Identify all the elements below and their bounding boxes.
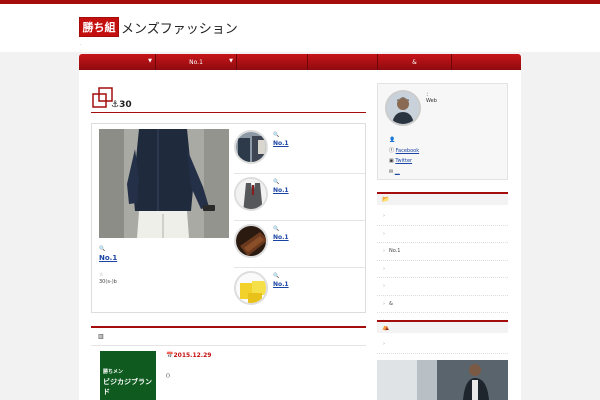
- caret-down-icon: ▼: [229, 58, 233, 64]
- profile-link-mail[interactable]: ✉ ＿: [389, 167, 419, 178]
- chevron-right-icon: ›: [383, 213, 385, 220]
- featured-articles: 🔍 No.1 ☆ 30(s-)b 🔍 No.1 🔍 No.1 🔍 No.1 🔍 …: [91, 123, 366, 313]
- chevron-right-icon: ›: [383, 283, 385, 290]
- category-item[interactable]: › &: [377, 296, 508, 313]
- profile-link-twitter[interactable]: ▣ Twitter: [389, 156, 419, 167]
- tag-icon: 🔍: [273, 179, 280, 185]
- article-title-link[interactable]: No.1: [273, 140, 289, 147]
- profile-links: 👤 ⓕ Facebook ▣ Twitter ✉ ＿: [389, 135, 419, 177]
- folder-icon: 📂: [382, 196, 390, 203]
- mail-icon: ✉: [389, 168, 394, 175]
- star-icon: ☆: [99, 272, 104, 278]
- category-item[interactable]: ›: [377, 226, 508, 243]
- list-item[interactable]: 🔍 No.1: [234, 268, 365, 315]
- global-nav: ▼ No.1 ▼ &: [79, 54, 521, 70]
- nav-item-5[interactable]: &: [378, 54, 452, 70]
- category-item[interactable]: › No.1: [377, 243, 508, 261]
- leather-wallet-image: [236, 226, 266, 256]
- categories-widget-title: 📂: [377, 192, 508, 205]
- post-date: 📅2015.12.29: [166, 352, 212, 359]
- avatar: [385, 90, 421, 126]
- mail-link[interactable]: ＿: [395, 169, 400, 175]
- category-item[interactable]: ›: [377, 208, 508, 226]
- chevron-right-icon: ›: [383, 248, 385, 255]
- twitter-icon: ▣: [389, 158, 394, 164]
- profile-link-facebook[interactable]: ⓕ Facebook: [389, 146, 419, 157]
- article-title-link[interactable]: No.1: [273, 187, 289, 194]
- featured-title-link[interactable]: No.1: [99, 254, 117, 262]
- logo-text: メンズファッション: [121, 21, 238, 37]
- tag-icon: 🔍: [273, 273, 280, 279]
- featured-photo[interactable]: [99, 129, 229, 238]
- article-thumbnail[interactable]: [234, 177, 268, 211]
- post-thumbnail[interactable]: 勝ちメン ビジカジブランド: [100, 351, 156, 400]
- site-tagline: ·: [80, 42, 82, 48]
- chevron-right-icon: ›: [383, 230, 385, 237]
- article-thumbnail[interactable]: [234, 130, 268, 164]
- category-label: &: [389, 300, 393, 307]
- title-divider: [91, 112, 366, 113]
- logo-badge: 勝ち組: [79, 17, 119, 37]
- tag-icon: 🔍: [273, 132, 280, 138]
- facebook-icon: ⓕ: [389, 147, 395, 154]
- article-thumbnail[interactable]: [234, 271, 268, 305]
- post-excerpt: (): [166, 373, 170, 379]
- site-logo[interactable]: 勝ち組 メンズファッション: [79, 17, 238, 37]
- profile-text: ： Web: [426, 92, 437, 104]
- second-widget-list: ›: [377, 336, 508, 354]
- nav-item-3[interactable]: [237, 54, 308, 70]
- second-widget-title: ⛺: [377, 320, 508, 333]
- site-header: 勝ち組 メンズファッション ·: [0, 4, 600, 52]
- profile-link-author[interactable]: 👤: [389, 135, 419, 146]
- section-divider: [91, 345, 366, 346]
- list-item[interactable]: 🔍 No.1: [234, 127, 365, 174]
- article-thumbnail[interactable]: [234, 224, 268, 258]
- content-container: ⚓30 🔍 No.1 ☆ 30(s-)b 🔍 No.1 🔍 No.1 🔍 No.…: [79, 70, 521, 400]
- chevron-right-icon: ›: [383, 300, 385, 307]
- list-item[interactable]: 🔍 No.1: [234, 174, 365, 221]
- facebook-link[interactable]: Facebook: [396, 148, 420, 154]
- user-icon: 👤: [389, 137, 396, 143]
- profile-line-2: Web: [426, 98, 437, 104]
- tent-icon: ⛺: [382, 324, 390, 331]
- twitter-link[interactable]: Twitter: [395, 158, 412, 164]
- featured-excerpt: 30(s-)b: [99, 279, 117, 285]
- side-article-list: 🔍 No.1 🔍 No.1 🔍 No.1 🔍 No.1: [234, 127, 365, 315]
- profile-widget: ： Web 👤 ⓕ Facebook ▣ Twitter ✉ ＿: [377, 83, 508, 180]
- thumbnail-caption-2: ビジカジブランド: [103, 378, 152, 396]
- category-label: No.1: [389, 248, 401, 255]
- nav-item-4[interactable]: [308, 54, 378, 70]
- street-fashion-image: [377, 360, 508, 400]
- category-item[interactable]: ›: [377, 261, 508, 278]
- list-item[interactable]: 🔍 No.1: [234, 221, 365, 268]
- sidebar-banner-image[interactable]: [377, 360, 508, 400]
- nav-item-label: &: [412, 58, 417, 66]
- latest-posts-section: ▥ 勝ちメン ビジカジブランド 📅2015.12.29 (): [91, 326, 366, 400]
- category-list: › › › No.1 › › ›& ›: [377, 208, 508, 331]
- tag-icon: 🔍: [99, 246, 106, 252]
- article-title-link[interactable]: No.1: [273, 281, 289, 288]
- thumbnail-caption-1: 勝ちメン: [103, 369, 124, 375]
- article-title-link[interactable]: No.1: [273, 234, 289, 241]
- chevron-right-icon: ›: [383, 265, 385, 272]
- chevron-right-icon: ›: [383, 341, 385, 348]
- nav-item-2[interactable]: No.1 ▼: [156, 54, 237, 70]
- grey-suit-image: [236, 179, 266, 209]
- widget-item[interactable]: ›: [377, 336, 508, 354]
- page-title: ⚓30: [111, 100, 132, 110]
- yellow-items-image: [236, 273, 266, 303]
- man-portrait-image: [387, 92, 419, 124]
- book-icon: ▥: [98, 333, 104, 340]
- nav-item-6[interactable]: [452, 54, 521, 70]
- nav-item-1[interactable]: ▼: [79, 54, 156, 70]
- nav-item-label: No.1: [189, 58, 203, 66]
- tag-icon: 🔍: [273, 226, 280, 232]
- men-in-jackets-image: [236, 132, 266, 162]
- man-in-navy-shirt-image: [99, 129, 229, 238]
- caret-down-icon: ▼: [148, 58, 152, 64]
- category-item[interactable]: ›: [377, 278, 508, 296]
